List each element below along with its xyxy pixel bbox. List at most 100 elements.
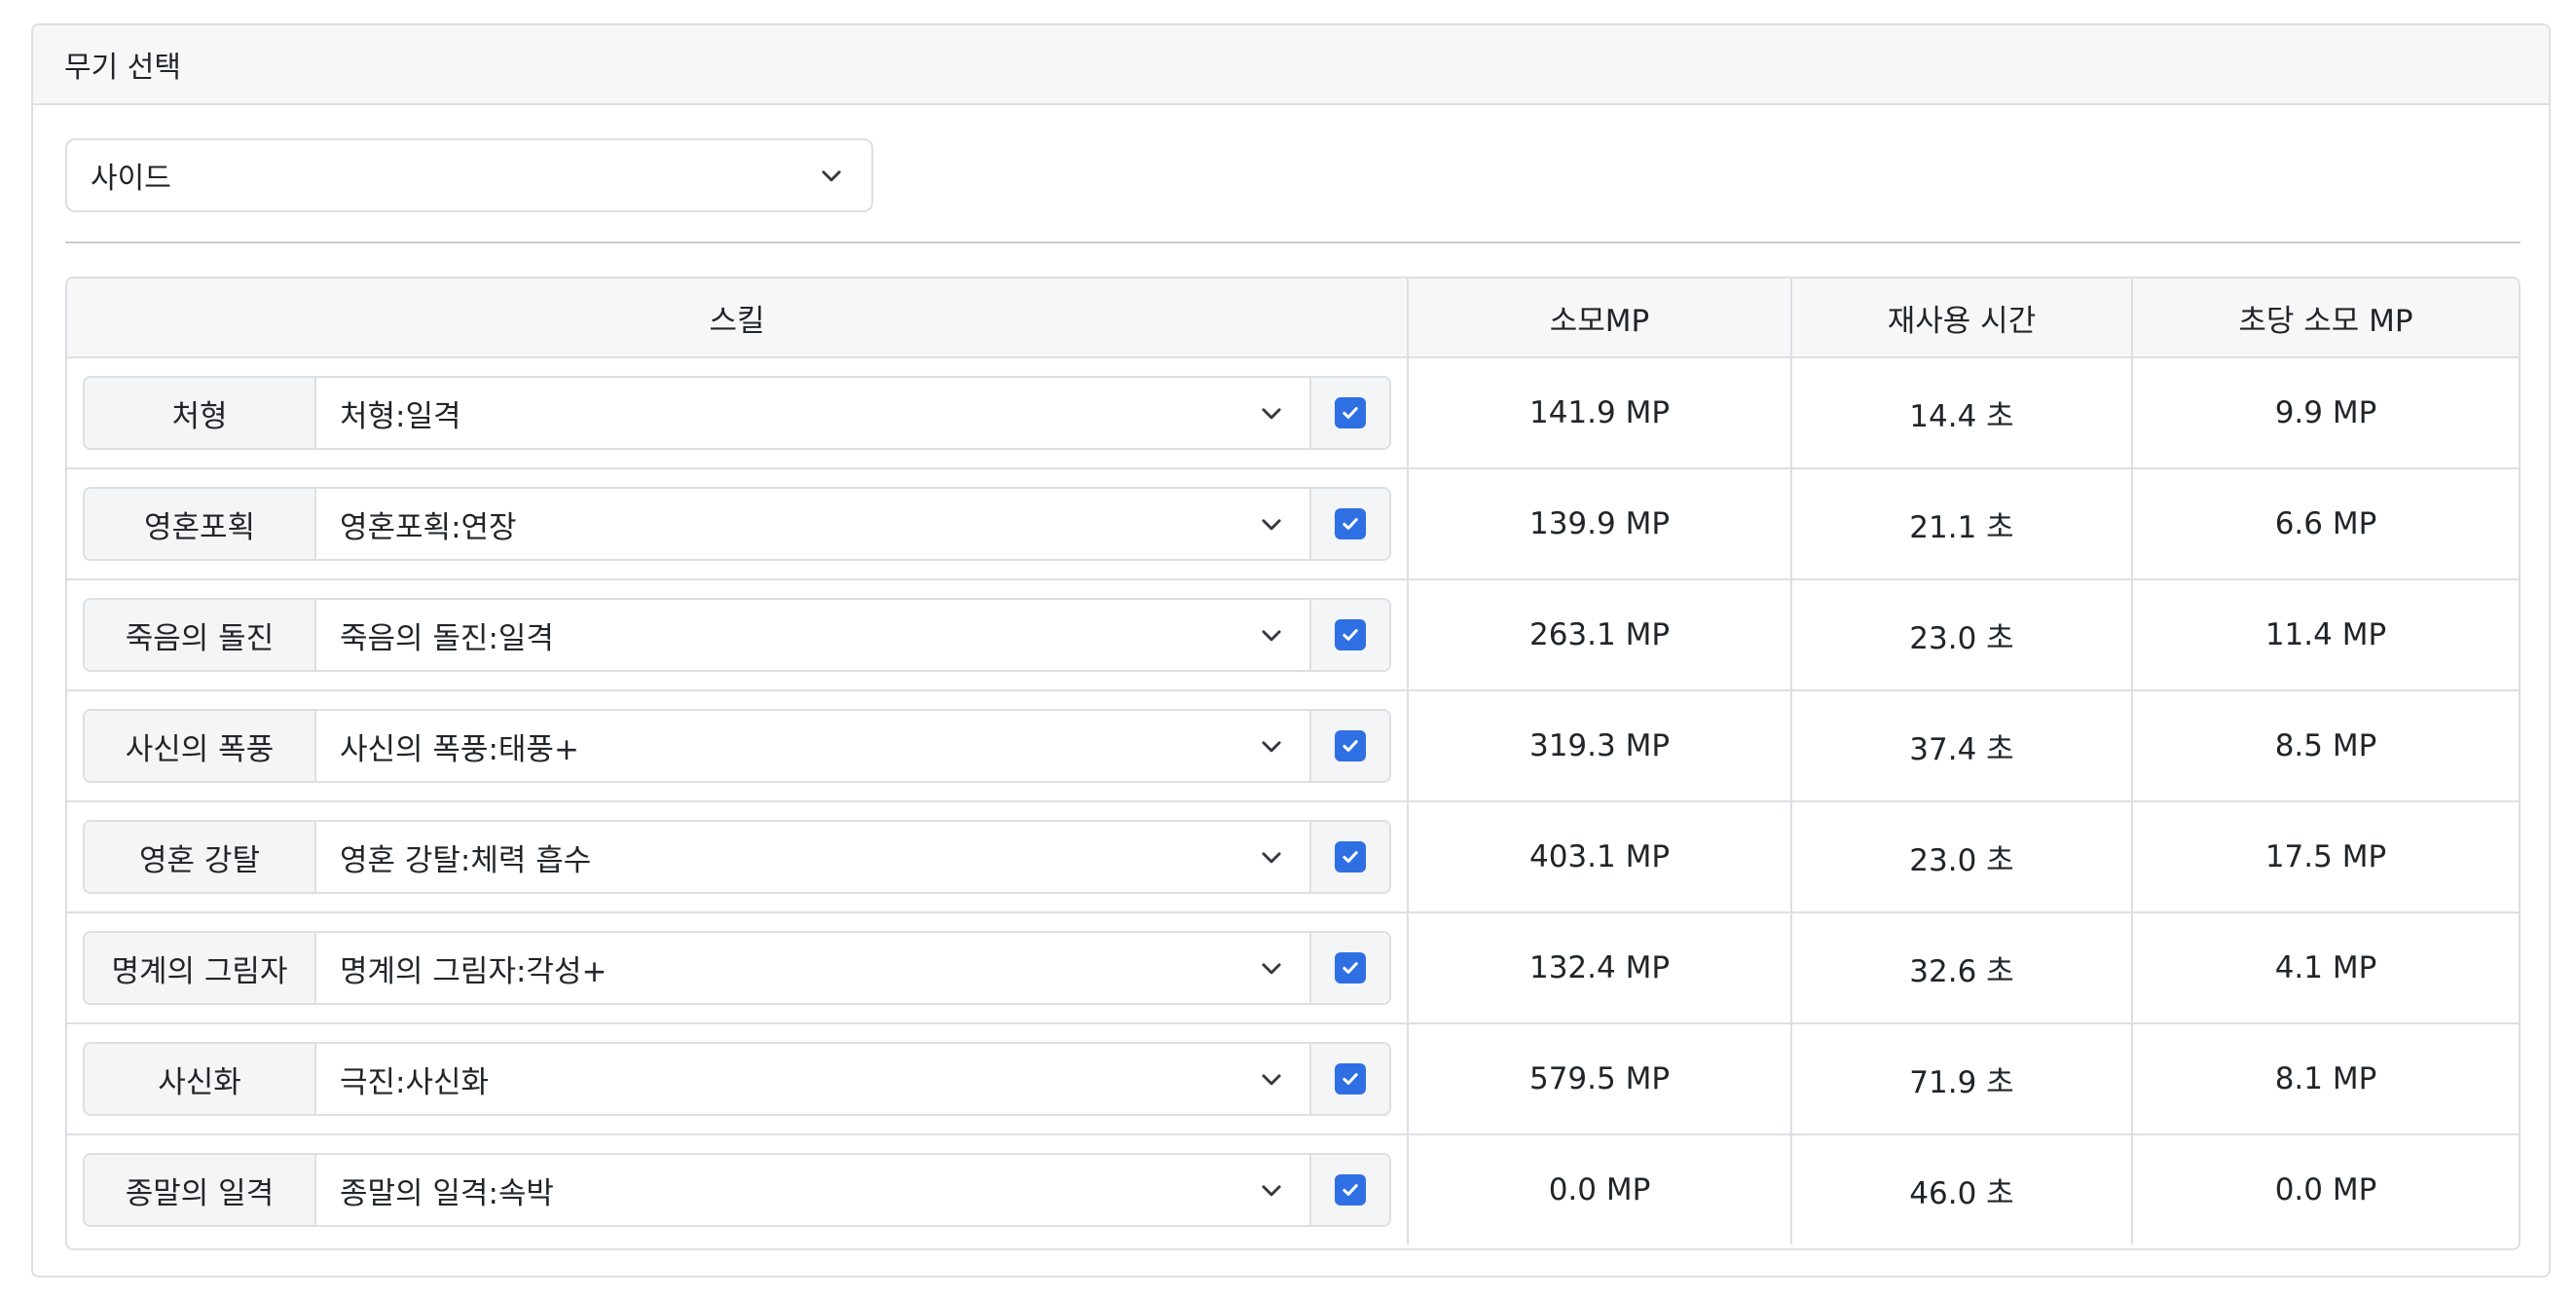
- cooldown-cell: 46.0 초: [1792, 1135, 2133, 1244]
- skill-name: 영혼 강탈: [139, 842, 260, 878]
- skill-enabled-checkbox[interactable]: [1335, 730, 1366, 761]
- check-icon: [1343, 1184, 1358, 1196]
- skill-cell: 사신화 극진:사신화: [67, 1024, 1409, 1133]
- skill-name-label: 처형: [85, 378, 316, 448]
- cooldown-cell: 14.4 초: [1792, 358, 2133, 467]
- skill-variant-value: 영혼 강탈:체력 흡수: [340, 842, 592, 878]
- skill-name: 사신화: [158, 1064, 241, 1100]
- skill-checkbox-cell: [1311, 933, 1389, 1003]
- weapon-card: 무기 선택 사이드 스킬 소모MP 재사용 시간 초당 소모 MP 처형 처형:…: [31, 23, 2551, 1278]
- card-header: 무기 선택: [33, 25, 2549, 105]
- skill-name-label: 영혼 강탈: [85, 822, 316, 892]
- skill-input-group: 영혼 강탈 영혼 강탈:체력 흡수: [83, 820, 1391, 894]
- check-icon: [1343, 962, 1358, 974]
- skill-enabled-checkbox[interactable]: [1335, 841, 1366, 872]
- check-icon: [1343, 407, 1358, 419]
- skill-name: 영혼포획: [143, 509, 256, 545]
- skill-variant-select[interactable]: 영혼포획:연장: [316, 489, 1311, 559]
- skill-name-label: 사신화: [85, 1044, 316, 1114]
- table-row: 명계의 그림자 명계의 그림자:각성+ 132.4 MP 32.6 초 4.1 …: [67, 913, 2519, 1024]
- check-icon: [1343, 629, 1358, 641]
- skill-variant-select[interactable]: 극진:사신화: [316, 1044, 1311, 1114]
- skill-name-label: 영혼포획: [85, 489, 316, 559]
- skill-variant-value: 영혼포획:연장: [340, 509, 517, 545]
- table-row: 처형 처형:일격 141.9 MP 14.4 초 9.9 MP: [67, 358, 2519, 469]
- skill-enabled-checkbox[interactable]: [1335, 397, 1366, 428]
- skill-variant-select[interactable]: 사신의 폭풍:태풍+: [316, 711, 1311, 781]
- skill-name: 명계의 그림자: [111, 953, 288, 989]
- skill-cell: 명계의 그림자 명계의 그림자:각성+: [67, 913, 1409, 1022]
- skill-variant-select[interactable]: 명계의 그림자:각성+: [316, 933, 1311, 1003]
- skill-name: 죽음의 돌진: [125, 620, 275, 656]
- mp-per-sec-cell: 17.5 MP: [2264, 839, 2387, 874]
- chevron-down-icon: [1262, 1074, 1281, 1086]
- skill-name-label: 명계의 그림자: [85, 933, 316, 1003]
- weapon-select[interactable]: 사이드: [65, 138, 873, 212]
- chevron-down-icon: [1262, 741, 1281, 753]
- skill-name: 사신의 폭풍: [125, 731, 275, 767]
- skill-checkbox-cell: [1311, 1155, 1389, 1225]
- skill-name-label: 죽음의 돌진: [85, 600, 316, 670]
- skill-input-group: 처형 처형:일격: [83, 376, 1391, 450]
- skill-variant-select[interactable]: 죽음의 돌진:일격: [316, 600, 1311, 670]
- cooldown-cell: 23.0 초: [1792, 802, 2133, 911]
- cooldown-cell: 23.0 초: [1792, 580, 2133, 689]
- mp-per-sec-cell: 8.1 MP: [2274, 1061, 2377, 1096]
- check-icon: [1343, 740, 1358, 752]
- mp-cost-cell: 319.3 MP: [1409, 691, 1792, 800]
- skill-enabled-checkbox[interactable]: [1335, 1063, 1366, 1095]
- cooldown-cell: 71.9 초: [1792, 1024, 2133, 1133]
- skill-name: 처형: [171, 398, 228, 434]
- skill-checkbox-cell: [1311, 711, 1389, 781]
- skill-checkbox-cell: [1311, 822, 1389, 892]
- check-icon: [1343, 1073, 1358, 1085]
- chevron-down-icon: [1262, 630, 1281, 642]
- skill-variant-select[interactable]: 영혼 강탈:체력 흡수: [316, 822, 1311, 892]
- chevron-down-icon: [822, 170, 841, 182]
- chevron-down-icon: [1262, 963, 1281, 975]
- mp-per-sec-cell: 0.0 MP: [2274, 1172, 2377, 1207]
- skill-table: 스킬 소모MP 재사용 시간 초당 소모 MP 처형 처형:일격 141.9 M…: [65, 277, 2521, 1250]
- mp-per-sec-cell: 6.6 MP: [2274, 506, 2377, 541]
- skill-enabled-checkbox[interactable]: [1335, 619, 1366, 650]
- skill-variant-select[interactable]: 종말의 일격:속박: [316, 1155, 1311, 1225]
- chevron-down-icon: [1262, 408, 1281, 420]
- skill-variant-value: 종말의 일격:속박: [340, 1175, 554, 1211]
- skill-input-group: 죽음의 돌진 죽음의 돌진:일격: [83, 598, 1391, 672]
- skill-name: 종말의 일격: [125, 1175, 275, 1211]
- mp-per-sec-cell: 4.1 MP: [2274, 950, 2377, 985]
- skill-variant-value: 사신의 폭풍:태풍+: [340, 731, 579, 767]
- table-row: 사신의 폭풍 사신의 폭풍:태풍+ 319.3 MP 37.4 초 8.5 MP: [67, 691, 2519, 802]
- skill-input-group: 명계의 그림자 명계의 그림자:각성+: [83, 931, 1391, 1005]
- chevron-down-icon: [1262, 1185, 1281, 1197]
- chevron-down-icon: [1262, 519, 1281, 531]
- table-row: 죽음의 돌진 죽음의 돌진:일격 263.1 MP 23.0 초 11.4 MP: [67, 580, 2519, 691]
- card-title: 무기 선택: [64, 51, 181, 85]
- mp-cost-cell: 0.0 MP: [1409, 1135, 1792, 1244]
- skill-input-group: 종말의 일격 종말의 일격:속박: [83, 1153, 1391, 1227]
- mp-cost-cell: 403.1 MP: [1409, 802, 1792, 911]
- skill-name-label: 종말의 일격: [85, 1155, 316, 1225]
- mp-cost-cell: 263.1 MP: [1409, 580, 1792, 689]
- skill-checkbox-cell: [1311, 489, 1389, 559]
- skill-checkbox-cell: [1311, 600, 1389, 670]
- skill-checkbox-cell: [1311, 1044, 1389, 1114]
- skill-enabled-checkbox[interactable]: [1335, 952, 1366, 984]
- skill-cell: 처형 처형:일격: [67, 358, 1409, 467]
- skill-cell: 종말의 일격 종말의 일격:속박: [67, 1135, 1409, 1244]
- skill-input-group: 사신의 폭풍 사신의 폭풍:태풍+: [83, 709, 1391, 783]
- skill-enabled-checkbox[interactable]: [1335, 1174, 1366, 1206]
- skill-input-group: 사신화 극진:사신화: [83, 1042, 1391, 1116]
- skill-variant-select[interactable]: 처형:일격: [316, 378, 1311, 448]
- skill-variant-value: 죽음의 돌진:일격: [340, 620, 554, 656]
- skill-name-label: 사신의 폭풍: [85, 711, 316, 781]
- header-mp-cost: 소모MP: [1409, 278, 1792, 356]
- mp-cost-cell: 579.5 MP: [1409, 1024, 1792, 1133]
- skill-enabled-checkbox[interactable]: [1335, 508, 1366, 539]
- mp-cost-cell: 141.9 MP: [1409, 358, 1792, 467]
- skill-input-group: 영혼포획 영혼포획:연장: [83, 487, 1391, 561]
- mp-cost-cell: 139.9 MP: [1409, 469, 1792, 578]
- skill-cell: 영혼포획 영혼포획:연장: [67, 469, 1409, 578]
- table-header: 스킬 소모MP 재사용 시간 초당 소모 MP: [67, 278, 2519, 358]
- check-icon: [1343, 851, 1358, 863]
